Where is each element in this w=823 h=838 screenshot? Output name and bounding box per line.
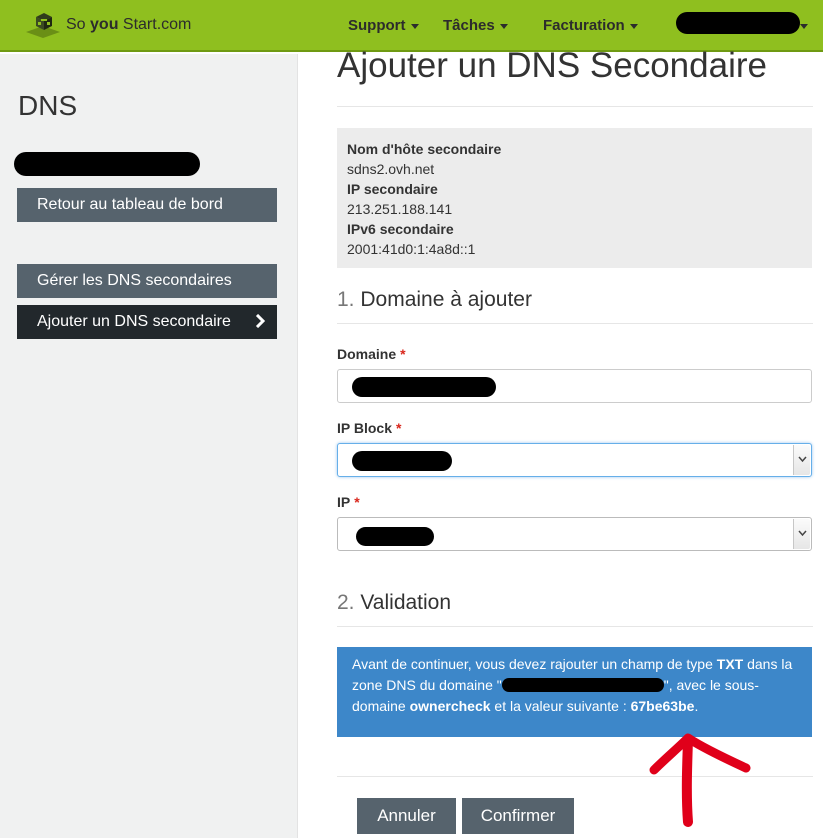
select-arrow bbox=[793, 445, 810, 475]
ip-label: IP secondaire bbox=[347, 181, 438, 197]
hostname-label: Nom d'hôte secondaire bbox=[347, 141, 502, 157]
caret-down-icon bbox=[499, 23, 508, 29]
sidebar-item-label: Ajouter un DNS secondaire bbox=[37, 313, 231, 330]
hostname-value: sdns2.ovh.net bbox=[347, 161, 435, 177]
caret-down-icon bbox=[410, 23, 419, 29]
select-arrow bbox=[793, 519, 810, 549]
page-title: Ajouter un DNS Secondaire bbox=[337, 46, 767, 85]
ipv6-label: IPv6 secondaire bbox=[347, 221, 454, 237]
confirm-button[interactable]: Confirmer bbox=[462, 798, 574, 834]
cube-logo-icon bbox=[26, 13, 60, 38]
sidebar-item-add-secondary-dns[interactable]: Ajouter un DNS secondaire bbox=[17, 305, 277, 339]
sidebar-item-label: Gérer les DNS secondaires bbox=[37, 272, 232, 289]
divider bbox=[337, 626, 813, 627]
nav-facturation[interactable]: Facturation bbox=[543, 17, 638, 34]
ip-label: IP * bbox=[337, 494, 360, 510]
ip-select[interactable] bbox=[337, 517, 812, 551]
nav-taches[interactable]: Tâches bbox=[443, 17, 508, 34]
domain-label: Domaine * bbox=[337, 346, 406, 362]
top-navbar: So you Start.com Support Tâches Facturat… bbox=[0, 0, 823, 52]
divider bbox=[337, 323, 813, 324]
section-domain-title: 1. Domaine à ajouter bbox=[337, 288, 532, 311]
redacted-service-name bbox=[14, 152, 200, 176]
redacted-ipblock-value bbox=[352, 451, 452, 471]
caret-down-icon bbox=[800, 24, 808, 29]
sidebar-title: DNS bbox=[18, 90, 78, 121]
redacted-account-name bbox=[676, 12, 800, 34]
logo-text: So you Start.com bbox=[66, 16, 192, 33]
ipblock-select[interactable] bbox=[337, 443, 812, 477]
sidebar: DNS Retour au tableau de bord Gérer les … bbox=[0, 54, 298, 838]
caret-down-icon bbox=[629, 23, 638, 29]
hand-drawn-arrow-icon bbox=[649, 733, 751, 827]
redacted-ip-value bbox=[356, 527, 434, 546]
divider bbox=[337, 106, 813, 107]
divider bbox=[337, 776, 813, 777]
account-menu[interactable] bbox=[676, 12, 808, 34]
ipv6-value: 2001:41d0:1:4a8d::1 bbox=[347, 241, 476, 257]
back-to-dashboard-button[interactable]: Retour au tableau de bord bbox=[17, 188, 277, 222]
chevron-down-icon bbox=[798, 456, 807, 463]
chevron-down-icon bbox=[798, 530, 807, 537]
chevron-right-icon bbox=[255, 314, 265, 328]
redacted-domain-value bbox=[352, 377, 496, 397]
redacted-domain-name bbox=[501, 677, 664, 692]
domain-input[interactable] bbox=[337, 369, 812, 403]
logo[interactable]: So you Start.com bbox=[24, 10, 191, 40]
validation-alert: Avant de continuer, vous devez rajouter … bbox=[337, 647, 812, 737]
secondary-dns-info: Nom d'hôte secondaire sdns2.ovh.net IP s… bbox=[337, 128, 812, 268]
ipblock-label: IP Block * bbox=[337, 420, 402, 436]
section-validation-title: 2. Validation bbox=[337, 591, 452, 614]
ip-value: 213.251.188.141 bbox=[347, 201, 453, 217]
sidebar-item-manage-secondary-dns[interactable]: Gérer les DNS secondaires bbox=[17, 264, 277, 298]
cancel-button[interactable]: Annuler bbox=[357, 798, 456, 834]
nav-support[interactable]: Support bbox=[348, 17, 419, 34]
